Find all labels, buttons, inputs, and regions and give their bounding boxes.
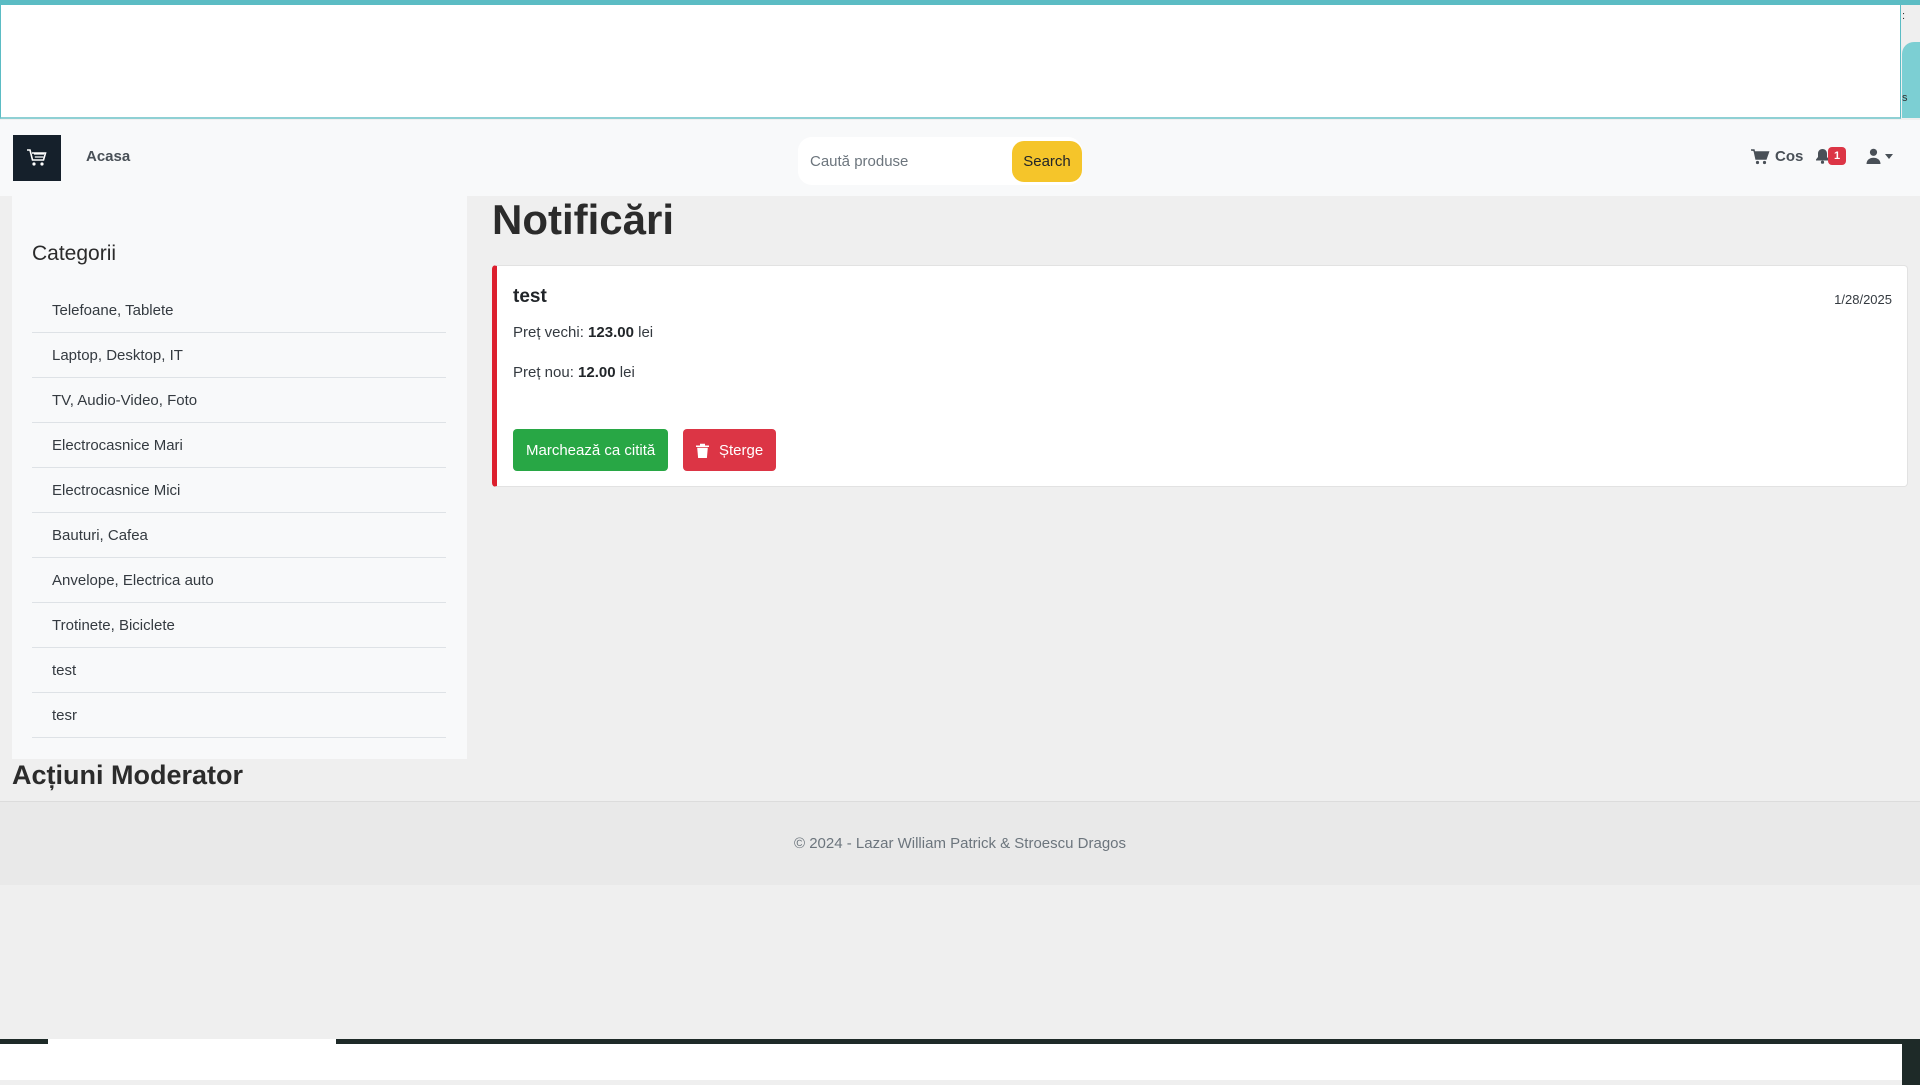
category-item[interactable]: TV, Audio-Video, Foto: [32, 378, 446, 423]
footer-copyright: © 2024 - Lazar William Patrick & Stroesc…: [794, 835, 1126, 852]
notification-date: 1/28/2025: [1834, 292, 1892, 307]
shopping-cart-icon: [1751, 148, 1770, 164]
old-price-currency: lei: [638, 324, 654, 341]
category-item[interactable]: Telefoane, Tablete: [32, 288, 446, 333]
notification-title: test: [513, 286, 547, 307]
category-item[interactable]: tesr: [32, 693, 446, 738]
notification-badge: 1: [1828, 147, 1847, 165]
bottom-taskbar-strip: [0, 1039, 1920, 1085]
old-price-value: 123.00: [588, 324, 634, 341]
nav-cart-link[interactable]: Cos: [1751, 148, 1803, 165]
top-frame-edge: [1902, 42, 1920, 118]
nav-home-link[interactable]: Acasa: [86, 148, 130, 165]
top-frame-mark: s: [1902, 92, 1908, 104]
brand-logo[interactable]: [13, 135, 61, 181]
category-list: Telefoane, Tablete Laptop, Desktop, IT T…: [32, 288, 446, 738]
chevron-down-icon: [1885, 153, 1893, 159]
search-form: Search: [798, 137, 1082, 185]
moderator-actions-title: Acțiuni Moderator: [12, 760, 244, 790]
user-menu[interactable]: [1866, 148, 1893, 164]
bottom-strip-segment: [48, 1039, 336, 1044]
sidebar: Categorii Telefoane, Tablete Laptop, Des…: [12, 196, 467, 759]
user-icon: [1866, 148, 1881, 164]
category-item[interactable]: test: [32, 648, 446, 693]
new-price-line: Preț nou: 12.00 lei: [513, 364, 635, 381]
new-price-label: Preț nou:: [513, 364, 574, 381]
nav-notifications[interactable]: 1: [1815, 147, 1847, 165]
trash-icon: [696, 443, 709, 458]
new-price-currency: lei: [619, 364, 635, 381]
category-item[interactable]: Bauturi, Cafea: [32, 513, 446, 558]
top-frame-mark: :: [1902, 10, 1906, 22]
old-price-label: Preț vechi:: [513, 324, 584, 341]
notification-card: test 1/28/2025 Preț vechi: 123.00 lei Pr…: [492, 265, 1908, 487]
category-item[interactable]: Electrocasnice Mari: [32, 423, 446, 468]
sidebar-title: Categorii: [32, 242, 117, 265]
old-price-line: Preț vechi: 123.00 lei: [513, 324, 653, 341]
mark-as-read-button[interactable]: Marchează ca citită: [513, 429, 669, 471]
category-item[interactable]: Electrocasnice Mici: [32, 468, 446, 513]
page-title: Notificări: [492, 196, 675, 243]
category-item[interactable]: Anvelope, Electrica auto: [32, 558, 446, 603]
category-item[interactable]: Laptop, Desktop, IT: [32, 333, 446, 378]
search-button[interactable]: Search: [1012, 141, 1082, 182]
search-input[interactable]: [798, 137, 1012, 185]
cart-label: Cos: [1775, 148, 1804, 165]
delete-label: Șterge: [719, 441, 764, 459]
new-price-value: 12.00: [578, 364, 616, 381]
bottom-strip-edge: [1902, 1039, 1920, 1085]
category-item[interactable]: Trotinete, Biciclete: [32, 603, 446, 648]
top-frame-panel: [0, 5, 1901, 119]
shopping-cart-icon: [27, 149, 47, 166]
footer: © 2024 - Lazar William Patrick & Stroesc…: [0, 801, 1920, 885]
navbar: Acasa Search Cos 1: [0, 120, 1920, 196]
delete-button[interactable]: Șterge: [683, 429, 777, 471]
